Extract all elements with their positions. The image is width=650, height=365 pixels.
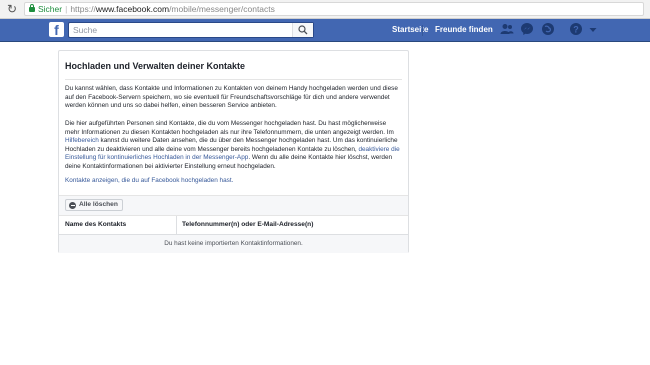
facebook-logo[interactable]: f <box>49 22 64 37</box>
title-divider <box>65 79 402 80</box>
secure-label: Sicher <box>38 4 63 14</box>
delete-icon <box>69 201 76 209</box>
lock-icon <box>29 4 35 12</box>
page-title: Hochladen und Verwalten deiner Kontakte <box>65 61 246 71</box>
contacts-panel: Hochladen und Verwalten deiner Kontakte … <box>58 50 409 253</box>
help-icon[interactable]: ? <box>569 22 583 36</box>
contacts-table-header: Name des Kontakts Telefonnummer(n) oder … <box>59 216 408 235</box>
details-text-2: kannst du weitere Daten ansehen, die du … <box>65 137 398 153</box>
view-uploaded-paragraph: Kontakte anzeigen, die du auf Facebook h… <box>65 177 402 186</box>
url-separator: | <box>65 4 68 14</box>
svg-text:?: ? <box>573 24 579 34</box>
url-path: /mobile/messenger/contacts <box>169 4 275 14</box>
friend-requests-icon[interactable] <box>500 22 514 36</box>
search-input[interactable] <box>69 23 295 37</box>
search-button[interactable] <box>292 23 313 37</box>
column-header-name: Name des Kontakts <box>65 221 127 228</box>
url-host: www.facebook.com <box>95 4 170 14</box>
intro-paragraph: Du kannst wählen, dass Kontakte und Info… <box>65 85 398 110</box>
help-center-link[interactable]: Hilfebereich <box>65 137 99 144</box>
delete-all-button[interactable]: Alle löschen <box>65 199 123 211</box>
facebook-top-bar: f Startseite Freunde finden ? <box>0 19 650 42</box>
search-box <box>68 22 314 38</box>
messages-icon[interactable] <box>520 22 534 36</box>
notifications-icon[interactable] <box>541 22 555 36</box>
details-text-1: Die hier aufgeführten Personen sind Kont… <box>65 120 394 136</box>
search-icon <box>298 25 308 35</box>
url-scheme: https:// <box>70 4 96 14</box>
contacts-toolbar: Alle löschen <box>59 195 408 216</box>
url-bar[interactable]: Sicher | https://www.facebook.com/mobile/m… <box>24 2 644 16</box>
reload-icon[interactable]: ↻ <box>7 2 17 16</box>
column-divider <box>176 216 177 234</box>
nav-divider <box>422 25 423 36</box>
view-uploaded-contacts-link[interactable]: Kontakte anzeigen, die du auf Facebook h… <box>65 177 233 184</box>
nav-find-friends-link[interactable]: Freunde finden <box>435 24 493 36</box>
dropdown-arrow-icon[interactable] <box>589 27 597 33</box>
empty-state-message: Du hast keine importierten Kontaktinform… <box>59 235 408 253</box>
column-header-phone: Telefonnummer(n) oder E-Mail-Adresse(n) <box>182 221 314 228</box>
details-paragraph: Die hier aufgeführten Personen sind Kont… <box>65 120 402 172</box>
delete-all-label: Alle löschen <box>79 201 118 208</box>
browser-address-bar: ↻ Sicher | https://www.facebook.com/mobile… <box>0 0 650 19</box>
